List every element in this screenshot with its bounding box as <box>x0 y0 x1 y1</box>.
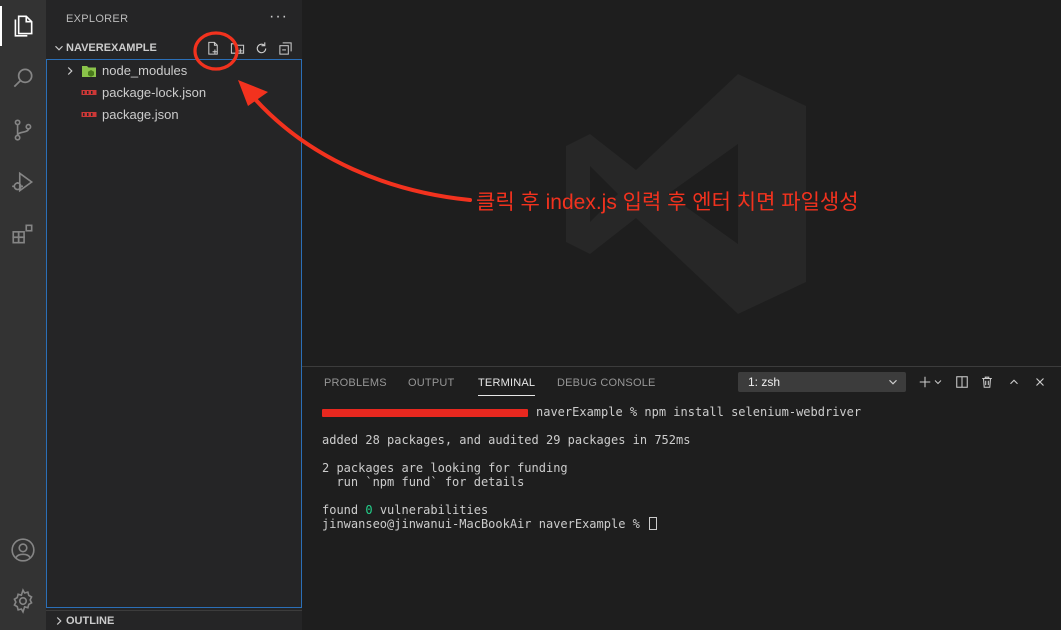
terminal-line: added 28 packages, and audited 29 packag… <box>322 433 691 447</box>
outline-title: OUTLINE <box>66 615 115 627</box>
new-terminal-dropdown-icon[interactable] <box>932 373 944 391</box>
tree-item-package-json[interactable]: package.json <box>47 104 301 126</box>
file-tree: node_modules package-lock.json package.j… <box>46 59 302 608</box>
new-file-icon[interactable] <box>204 39 222 57</box>
run-debug-icon[interactable] <box>0 159 46 205</box>
chevron-right-icon <box>56 617 62 625</box>
vulnerability-count: 0 <box>365 503 373 517</box>
npm-json-icon <box>81 112 97 117</box>
redaction-mark <box>322 408 528 417</box>
vscode-logo-watermark <box>566 74 806 314</box>
more-actions-icon[interactable]: ··· <box>269 8 288 26</box>
npm-json-icon <box>81 90 97 95</box>
chevron-right-icon <box>67 67 73 75</box>
folder-actions <box>204 39 294 57</box>
split-terminal-icon[interactable] <box>953 373 971 391</box>
tree-item-label: package-lock.json <box>102 85 207 100</box>
tab-debug-console[interactable]: DEBUG CONSOLE <box>557 377 656 389</box>
collapse-all-icon[interactable] <box>276 39 294 57</box>
folder-name: NAVEREXAMPLE <box>66 42 157 54</box>
terminal-selector[interactable]: 1: zsh <box>738 372 906 392</box>
terminal-cursor <box>649 517 658 530</box>
terminal-line: 2 packages are looking for funding <box>322 461 568 475</box>
account-icon[interactable] <box>0 527 46 573</box>
activity-bar <box>0 0 46 630</box>
tree-item-label: package.json <box>102 107 179 122</box>
chevron-down-icon <box>55 45 63 51</box>
close-icon[interactable] <box>1031 373 1049 391</box>
trash-icon[interactable] <box>978 373 996 391</box>
new-folder-icon[interactable] <box>228 39 246 57</box>
explorer-title: EXPLORER <box>66 13 129 25</box>
outline-section-header[interactable]: OUTLINE <box>46 610 302 630</box>
tab-problems[interactable]: PROBLEMS <box>324 377 387 389</box>
terminal-line: found 0 vulnerabilities <box>322 503 489 517</box>
folder-section-header[interactable]: NAVEREXAMPLE <box>46 38 302 58</box>
bottom-panel: PROBLEMS OUTPUT TERMINAL DEBUG CONSOLE 1… <box>302 366 1061 630</box>
tree-item-node-modules[interactable]: node_modules <box>47 60 301 82</box>
node-folder-icon <box>82 66 96 77</box>
tree-item-label: node_modules <box>102 63 188 78</box>
terminal-selector-value: 1: zsh <box>748 375 781 389</box>
panel-tabs: PROBLEMS OUTPUT TERMINAL DEBUG CONSOLE 1… <box>302 367 1061 401</box>
terminal-line: naverExample % npm install selenium-webd… <box>322 405 861 419</box>
search-icon[interactable] <box>0 55 46 101</box>
files-icon[interactable] <box>0 3 46 49</box>
tab-terminal[interactable]: TERMINAL <box>478 377 536 396</box>
chevron-down-icon <box>889 379 897 385</box>
maximize-panel-icon[interactable] <box>1005 373 1023 391</box>
tree-item-package-lock-json[interactable]: package-lock.json <box>47 82 301 104</box>
refresh-icon[interactable] <box>252 39 270 57</box>
tab-output[interactable]: OUTPUT <box>408 377 454 389</box>
terminal-line: run `npm fund` for details <box>322 475 525 489</box>
extensions-icon[interactable] <box>0 211 46 257</box>
explorer-sidebar: EXPLORER ··· NAVEREXAMPLE node_modules p… <box>46 0 302 630</box>
source-control-icon[interactable] <box>0 107 46 153</box>
editor-area <box>302 0 1061 366</box>
terminal-prompt-line: jinwanseo@jinwanui-MacBookAir naverExamp… <box>322 517 658 531</box>
settings-gear-icon[interactable] <box>0 578 46 624</box>
explorer-header: EXPLORER ··· <box>46 0 302 38</box>
